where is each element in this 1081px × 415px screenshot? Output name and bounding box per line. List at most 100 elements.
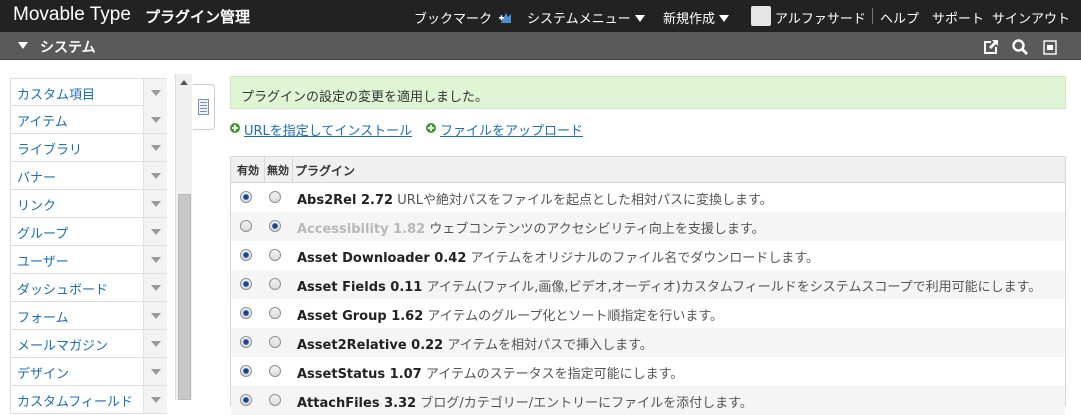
sidebar-item-link[interactable]: リンク <box>10 190 167 218</box>
plugin-name[interactable]: Asset2Relative 0.22 <box>297 338 443 353</box>
enable-radio[interactable] <box>240 220 252 232</box>
scrollbar-thumb[interactable] <box>178 194 191 400</box>
new-create-menu[interactable]: 新規作成 <box>663 8 730 27</box>
table-row: Accessibility 1.82 ウェブコンテンツのアクセシビリティ向上を支… <box>231 212 1065 241</box>
sidebar-item-label[interactable]: メールマガジン <box>17 335 108 354</box>
disable-radio[interactable] <box>269 220 281 232</box>
chevron-down-icon[interactable] <box>143 274 167 301</box>
system-menu[interactable]: システムメニュー <box>527 8 645 27</box>
plugin-description: URLや絶対パスをファイルを起点とした相対パスに変換します。 <box>397 193 773 208</box>
table-header: 有効 無効 プラグイン <box>231 157 1065 183</box>
sidebar-item-dashboard[interactable]: ダッシュボード <box>10 274 167 302</box>
sidebar-item-label[interactable]: カスタム項目 <box>17 84 95 103</box>
sidebar-item-label[interactable]: フォーム <box>17 307 69 326</box>
enable-radio[interactable] <box>240 249 252 261</box>
chevron-down-icon[interactable] <box>143 330 167 357</box>
sidebar-item-label[interactable]: バナー <box>17 167 56 186</box>
sidebar-item-label[interactable]: グループ <box>17 223 68 242</box>
table-row: Asset Downloader 0.42 アイテムをオリジナルのファイル名でダ… <box>231 241 1065 270</box>
plugin-table: 有効 無効 プラグイン Abs2Rel 2.72 URLや絶対パスをファイルを起… <box>230 156 1066 415</box>
install-url-link[interactable]: URLを指定してインストール <box>244 120 412 139</box>
help-link[interactable]: ヘルプ <box>880 8 919 27</box>
disable-radio[interactable] <box>269 191 281 203</box>
chevron-down-icon[interactable] <box>143 358 167 385</box>
chevron-down-icon[interactable] <box>143 162 167 189</box>
sidebar-item-form[interactable]: フォーム <box>10 302 167 330</box>
sidebar-item-design[interactable]: デザイン <box>10 358 167 386</box>
plugin-name[interactable]: Accessibility 1.82 <box>297 222 425 237</box>
sidebar-item-users[interactable]: ユーザー <box>10 246 167 274</box>
sidebar-item-mail-magazine[interactable]: メールマガジン <box>10 330 167 358</box>
sidebar-item-label[interactable]: リンク <box>17 195 56 214</box>
new-create-label: 新規作成 <box>663 12 716 27</box>
chevron-down-icon[interactable] <box>143 302 167 329</box>
plugin-info: Asset Downloader 0.42 アイテムをオリジナルのファイル名でダ… <box>297 247 819 266</box>
plugin-info: Asset Fields 0.11 アイテム(ファイル,画像,ビデオ,オーディオ… <box>297 276 1041 295</box>
plus-icon <box>426 123 436 133</box>
sidebar-item-label[interactable]: ダッシュボード <box>17 279 108 298</box>
plugin-name[interactable]: Asset Downloader 0.42 <box>297 251 466 266</box>
enable-radio[interactable] <box>240 191 252 203</box>
signout-link[interactable]: サインアウト <box>992 8 1070 27</box>
sidebar-item-label[interactable]: アイテム <box>17 111 68 130</box>
sidebar-item-label[interactable]: カスタムフィールド <box>17 391 133 410</box>
nav-separator <box>872 8 873 24</box>
plugin-name[interactable]: AssetStatus 1.07 <box>297 367 422 382</box>
disable-radio[interactable] <box>269 394 281 406</box>
sidebar-item-banner[interactable]: バナー <box>10 162 167 190</box>
brand-logo[interactable]: Movable Type <box>13 4 131 26</box>
chevron-down-icon[interactable] <box>143 79 167 106</box>
notepad-icon <box>198 99 209 115</box>
disable-radio[interactable] <box>269 249 281 261</box>
enable-radio[interactable] <box>240 278 252 290</box>
bookmark-menu[interactable]: ブックマーク <box>414 8 513 27</box>
plugin-name[interactable]: AttachFiles 3.32 <box>297 396 416 411</box>
user-name-link[interactable]: アルファサード <box>775 8 866 27</box>
search-icon[interactable] <box>1011 38 1029 56</box>
enable-radio[interactable] <box>240 336 252 348</box>
bookmark-plus-icon <box>499 13 512 23</box>
disable-radio[interactable] <box>269 365 281 377</box>
plugin-name[interactable]: Asset Group 1.62 <box>297 309 423 324</box>
top-bar: Movable Type プラグイン管理 ブックマーク システムメニュー 新規作… <box>0 0 1081 32</box>
scroll-up-icon[interactable] <box>180 80 188 85</box>
plugin-info: Asset2Relative 0.22 アイテムを相対パスで挿入します。 <box>297 334 653 353</box>
sidebar-item-custom-fields[interactable]: カスタムフィールド <box>10 386 167 414</box>
chevron-down-icon[interactable] <box>143 190 167 217</box>
sidebar-item-group[interactable]: グループ <box>10 218 167 246</box>
disable-radio[interactable] <box>269 278 281 290</box>
sidebar-item-label[interactable]: ライブラリ <box>17 139 82 158</box>
plugin-description: ブログ/カテゴリー/エントリーにファイルを添付します。 <box>420 396 753 411</box>
table-row: AssetStatus 1.07 アイテムのステータスを指定可能にします。 <box>231 357 1065 386</box>
panel-toggle-tab[interactable] <box>193 84 215 130</box>
chevron-down-icon[interactable] <box>143 134 167 161</box>
disable-radio[interactable] <box>269 307 281 319</box>
chevron-down-icon[interactable] <box>143 218 167 245</box>
enable-radio[interactable] <box>240 394 252 406</box>
table-row: Asset2Relative 0.22 アイテムを相対パスで挿入します。 <box>231 328 1065 357</box>
chevron-down-icon[interactable] <box>143 246 167 273</box>
enable-radio[interactable] <box>240 307 252 319</box>
chevron-down-icon[interactable] <box>143 106 167 133</box>
scope-toggle-icon[interactable] <box>18 42 28 49</box>
disable-radio[interactable] <box>269 336 281 348</box>
success-notice: プラグインの設定の変更を適用しました。 <box>230 76 1066 109</box>
plugin-description: アイテムのステータスを指定可能にします。 <box>425 367 684 382</box>
plugin-name[interactable]: Asset Fields 0.11 <box>297 280 422 295</box>
plugin-name[interactable]: Abs2Rel 2.72 <box>297 193 393 208</box>
plugin-info: AttachFiles 3.32 ブログ/カテゴリー/エントリーにファイルを添付… <box>297 392 753 411</box>
sidebar-item-label[interactable]: デザイン <box>17 363 69 382</box>
upload-file-link[interactable]: ファイルをアップロード <box>440 120 583 139</box>
support-link[interactable]: サポート <box>932 8 984 27</box>
sidebar-item-library[interactable]: ライブラリ <box>10 134 167 162</box>
sidebar-item-assets[interactable]: アイテム <box>10 106 167 134</box>
sidebar-item-custom-items[interactable]: カスタム項目 <box>10 78 167 106</box>
sidebar-scrollbar[interactable] <box>175 74 192 400</box>
scope-label[interactable]: システム <box>40 37 96 57</box>
enable-radio[interactable] <box>240 365 252 377</box>
avatar[interactable] <box>751 6 771 26</box>
trash-icon[interactable] <box>1041 38 1059 56</box>
external-link-icon[interactable] <box>982 38 1000 56</box>
sidebar-item-label[interactable]: ユーザー <box>17 251 69 270</box>
plugin-info: Asset Group 1.62 アイテムのグループ化とソート順指定を行います。 <box>297 305 723 324</box>
